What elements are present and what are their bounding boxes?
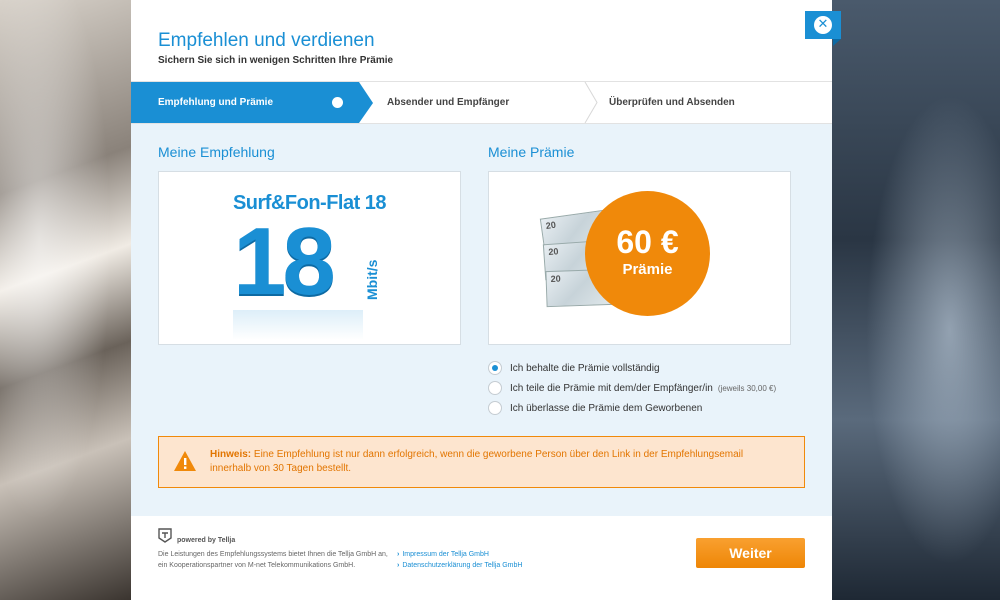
step-label: Empfehlung und Prämie bbox=[158, 97, 274, 108]
reward-badge: 60 € Prämie bbox=[585, 191, 710, 316]
warning-icon bbox=[174, 451, 196, 471]
dialog-footer: powered by Tellja Die Leistungen des Emp… bbox=[131, 516, 832, 600]
background-right bbox=[832, 0, 1000, 600]
speed-unit: Mbit/s bbox=[364, 259, 380, 300]
tariff-card: Surf&Fon-Flat 18 18 Mbit/s bbox=[158, 171, 461, 345]
tellja-logo-icon bbox=[158, 528, 172, 543]
background-left bbox=[0, 0, 131, 600]
hint-text: Hinweis: Eine Empfehlung ist nur dann er… bbox=[210, 448, 780, 476]
dialog-header: Empfehlen und verdienen Sichern Sie sich… bbox=[158, 30, 393, 66]
footer-links: › Impressum der Tellja GmbH › Datenschutze… bbox=[397, 549, 522, 571]
hint-box: Hinweis: Eine Empfehlung ist nur dann er… bbox=[158, 436, 805, 488]
reward-title: Meine Prämie bbox=[488, 144, 575, 160]
option-share-reward[interactable]: Ich teile die Prämie mit dem/der Empfäng… bbox=[488, 378, 776, 398]
step-recommendation-reward[interactable]: Empfehlung und Prämie bbox=[131, 82, 373, 123]
reward-options: Ich behalte die Prämie vollständig Ich t… bbox=[488, 358, 776, 418]
recommendation-title: Meine Empfehlung bbox=[158, 144, 275, 160]
speed-value: 18 bbox=[233, 208, 336, 315]
dialog-title: Empfehlen und verdienen bbox=[158, 30, 375, 51]
close-button[interactable]: ✕ bbox=[805, 11, 841, 46]
step-separator-icon bbox=[584, 82, 598, 123]
hint-body: Eine Empfehlung ist nur dann erfolgreich… bbox=[210, 449, 744, 474]
step-progress-bar: Empfehlung und Prämie Absender und Empfä… bbox=[131, 81, 832, 124]
option-label: Ich überlasse die Prämie dem Geworbenen bbox=[510, 402, 703, 414]
radio-button[interactable] bbox=[488, 361, 502, 375]
option-label: Ich teile die Prämie mit dem/der Empfäng… bbox=[510, 382, 713, 394]
reward-card: 20 20 20 60 € Prämie bbox=[488, 171, 791, 345]
step-label: Absender und Empfänger bbox=[387, 97, 510, 108]
referral-dialog: Empfehlen und verdienen Sichern Sie sich… bbox=[131, 0, 832, 600]
option-label: Ich behalte die Prämie vollständig bbox=[510, 362, 660, 374]
powered-by: powered by Tellja bbox=[177, 537, 236, 544]
next-button[interactable]: Weiter bbox=[696, 538, 805, 568]
option-keep-reward[interactable]: Ich behalte die Prämie vollständig bbox=[488, 358, 776, 378]
step-review-send[interactable]: Überprüfen und Absenden bbox=[609, 82, 735, 123]
imprint-link[interactable]: › Impressum der Tellja GmbH bbox=[397, 549, 522, 560]
radio-button[interactable] bbox=[488, 401, 502, 415]
speed-reflection bbox=[233, 310, 363, 340]
dialog-subtitle: Sichern Sie sich in wenigen Schritten Ih… bbox=[158, 55, 394, 66]
reward-label: Prämie bbox=[622, 261, 673, 278]
active-step-dot bbox=[332, 97, 343, 108]
radio-button[interactable] bbox=[488, 381, 502, 395]
footer-description: Die Leistungen des Empfehlungssystems bi… bbox=[158, 551, 388, 569]
main-content: Meine Empfehlung Surf&Fon-Flat 18 18 Mbi… bbox=[131, 124, 832, 516]
hint-label: Hinweis: bbox=[210, 449, 252, 460]
option-note: (jeweils 30,00 €) bbox=[717, 383, 777, 393]
privacy-link[interactable]: › Datenschutzerklärung der Tellja GmbH bbox=[397, 560, 522, 571]
close-icon: ✕ bbox=[814, 16, 832, 34]
option-give-reward[interactable]: Ich überlasse die Prämie dem Geworbenen bbox=[488, 398, 776, 418]
step-sender-recipient[interactable]: Absender und Empfänger bbox=[387, 82, 509, 123]
reward-amount: 60 € bbox=[616, 224, 679, 260]
step-label: Überprüfen und Absenden bbox=[609, 97, 735, 108]
